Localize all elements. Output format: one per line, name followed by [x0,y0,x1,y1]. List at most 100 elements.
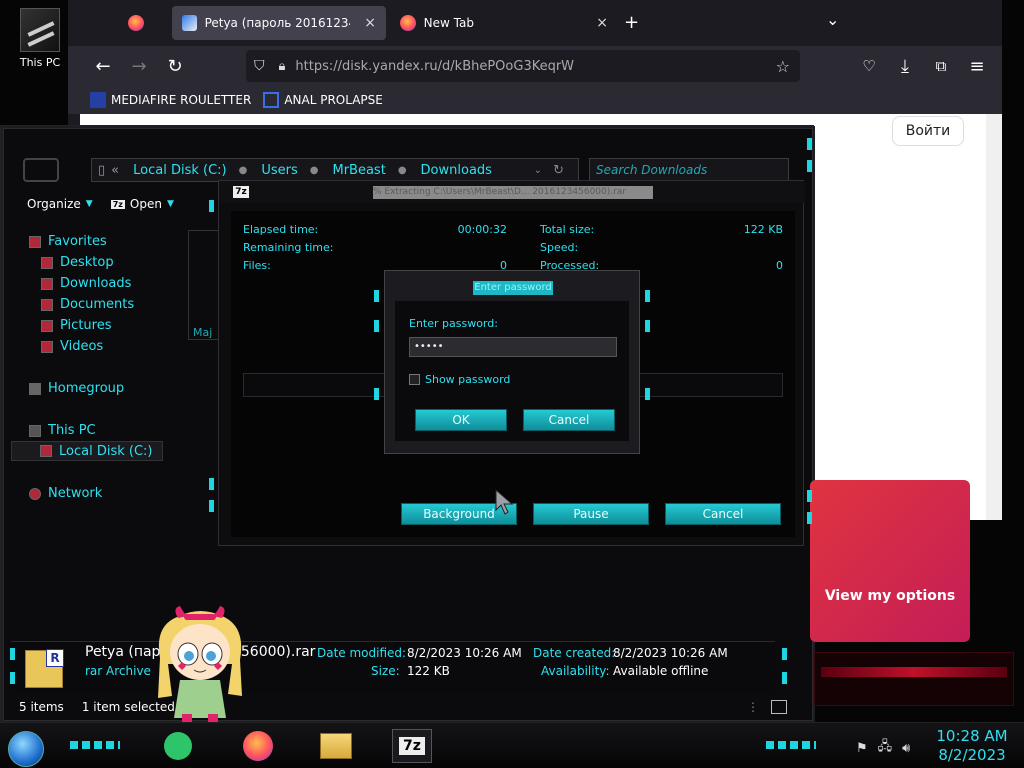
cancel-button[interactable]: Cancel [523,409,615,431]
frame-rivet [782,648,787,660]
forward-icon[interactable]: → [124,51,154,81]
nav-documents[interactable]: Documents [41,297,134,312]
close-tab-icon[interactable]: × [364,15,376,31]
desktop-icon-this-pc[interactable]: This PC [10,8,70,69]
explorer-logo-icon [23,158,59,182]
page-scrollbar[interactable] [986,114,1002,520]
date-modified-value: 8/2/2023 10:26 AM [407,646,522,660]
frame-rivet [10,648,15,660]
navigation-pane: Favorites Desktop Downloads Documents Pi… [11,226,167,636]
url-bar[interactable]: ⛉ 🔒︎ https://disk.yandex.ru/d/kBhePOoG3K… [246,50,800,82]
tab-new-tab[interactable]: New Tab × [398,6,608,40]
nav-network[interactable]: Network [29,486,102,501]
login-button[interactable]: Войти [892,116,964,146]
frame-rivet [10,672,15,684]
title-bar: 7z % Extracting C:\Users\MrBeast\D... 20… [219,181,805,203]
bookmark-label: ANAL PROLAPSE [284,93,383,107]
pc-icon [20,8,60,52]
url-text[interactable]: https://disk.yandex.ru/d/kBhePOoG3KeqrW [295,59,574,74]
bookmark-anal-prolapse[interactable]: ANAL PROLAPSE [263,92,383,108]
taskbar-app-7zip[interactable]: 7z [392,729,432,763]
checkbox-icon[interactable] [409,374,420,385]
mediafire-icon [90,92,106,108]
flag-icon[interactable]: ⚑ [856,741,868,756]
taskbar-app-explorer[interactable] [316,729,356,763]
nav-videos[interactable]: Videos [41,339,103,354]
nav-label: Downloads [60,276,132,291]
nav-desktop[interactable]: Desktop [41,255,114,270]
bookmark-star-icon[interactable]: ☆ [776,57,790,76]
pocket-icon[interactable]: ♡ [854,51,884,81]
nav-local-disk[interactable]: Local Disk (C:) [11,441,163,461]
frame-rivet [645,320,650,332]
notes-app-icon [164,732,192,760]
separator-icon: ● [238,164,248,176]
preview-view-icon[interactable] [771,700,787,714]
rar-file-icon: R [25,649,64,688]
homegroup-icon [29,382,41,395]
show-password-checkbox[interactable]: Show password [409,373,510,386]
separator-icon: ● [309,164,319,176]
ok-button[interactable]: OK [415,409,507,431]
organize-button[interactable]: Organize ▼ [27,197,93,211]
start-button[interactable] [8,731,44,767]
search-input[interactable]: Search Downloads [589,158,789,182]
cartoon-character-sticker [158,606,242,722]
frame-rivet [374,388,379,400]
breadcrumb-overflow[interactable]: « [111,163,119,178]
downloads-icon [41,277,53,290]
bookmark-mediafire[interactable]: MEDIAFIRE ROULETTER [90,92,251,108]
network-icon[interactable]: 🖧︎ [878,737,893,759]
chevron-down-icon[interactable]: ⌄ [534,165,542,176]
nav-downloads[interactable]: Downloads [41,276,131,291]
download-icon[interactable]: ⤓ [890,51,920,81]
cancel-extract-button[interactable]: Cancel [665,503,781,525]
tab-pinned[interactable] [128,6,152,40]
new-tab-button[interactable]: + [624,12,639,33]
navigation-bar: ← → ↻ ⛉ 🔒︎ https://disk.yandex.ru/d/kBhe… [68,46,1002,86]
frame-rivet [807,490,812,502]
password-label: Enter password: [409,317,498,330]
shield-icon[interactable]: ⛉ [254,58,265,74]
breadcrumb-local-disk[interactable]: Local Disk (C:) [133,163,226,178]
frame-rivet [807,138,812,150]
sevenzip-logo: 7z [233,186,249,198]
reload-icon[interactable]: ↻ [160,51,190,81]
organize-label: Organize [27,197,81,211]
pictures-icon [41,319,53,332]
promo-card[interactable]: View my options [810,480,970,642]
refresh-icon[interactable]: ↻ [553,163,564,178]
folder-icon [320,733,352,759]
frame-rivet [374,290,379,302]
details-type: rar Archive [85,664,151,678]
breadcrumb-mrbeast[interactable]: MrBeast [332,163,385,178]
breadcrumb-downloads[interactable]: Downloads [421,163,492,178]
frame-rivet [782,672,787,684]
lock-icon[interactable]: 🔒︎ [279,59,286,74]
details-pane: R Petya (парол 456000).rar rar Archive Da… [11,641,775,693]
clock[interactable]: 10:28 AM 8/2/2023 [930,727,1014,765]
taskbar-app-firefox[interactable] [238,729,278,763]
nav-favorites[interactable]: Favorites [29,234,107,249]
list-tabs-button[interactable]: ⌄ [826,10,839,29]
breadcrumb-users[interactable]: Users [261,163,297,178]
extensions-icon[interactable]: ⧉ [926,51,956,81]
close-tab-icon[interactable]: × [596,15,608,31]
back-icon[interactable]: ← [88,51,118,81]
password-field[interactable]: ••••• [409,337,617,357]
nav-homegroup[interactable]: Homegroup [29,381,124,396]
size-value: 122 KB [407,664,450,678]
frame-rivet [209,500,214,512]
taskbar-decoration [766,741,816,749]
open-button[interactable]: 7z Open ▼ [110,197,174,211]
pause-button[interactable]: Pause [533,503,649,525]
details-view-icon[interactable]: ⋮ [747,700,759,714]
menu-icon[interactable]: ≡ [962,51,992,81]
breadcrumb[interactable]: ▯ « Local Disk (C:) ● Users ● MrBeast ● … [91,158,579,182]
tab-petya[interactable]: Petya (пароль 2016123456000) × [172,6,386,40]
nav-pictures[interactable]: Pictures [41,318,111,333]
nav-this-pc[interactable]: This PC [29,423,96,438]
volume-icon[interactable]: 🔊︎ [902,741,910,756]
taskbar-app-notes[interactable] [158,729,198,763]
firefox-icon [400,15,416,31]
